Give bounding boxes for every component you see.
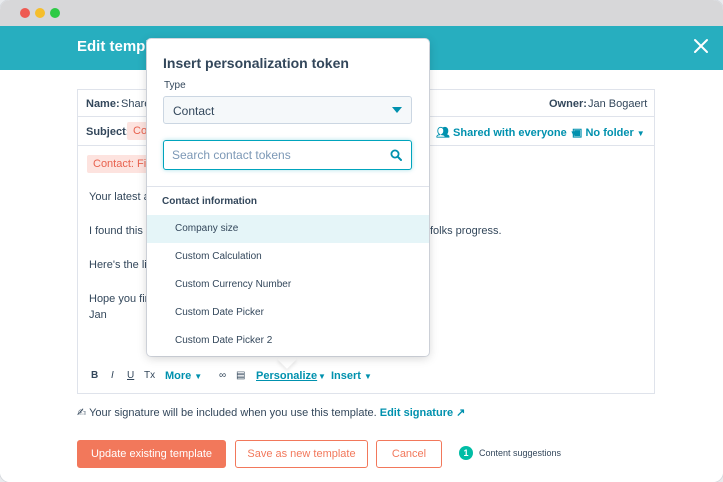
token-section-heading: Contact information xyxy=(162,196,257,207)
folder-dropdown[interactable]: ▣ No folder ▼ xyxy=(572,126,645,139)
search-icon[interactable] xyxy=(390,149,402,161)
bold-button[interactable]: B xyxy=(91,370,98,381)
personalize-button[interactable]: Personalize xyxy=(256,370,317,382)
body-line-2[interactable]: I found this ar xyxy=(89,225,156,237)
chevron-down-icon: ▼ xyxy=(636,129,645,138)
clear-format-button[interactable]: Tx xyxy=(144,370,155,381)
token-item-label: Custom Date Picker xyxy=(175,307,264,318)
window-titlebar xyxy=(0,0,723,26)
image-icon[interactable]: ▤ xyxy=(236,370,245,381)
type-select[interactable]: Contact xyxy=(163,96,412,124)
window-maximize-dot[interactable] xyxy=(50,8,60,18)
caret-down-icon xyxy=(392,107,402,113)
popover-title: Insert personalization token xyxy=(163,55,349,71)
name-label: Name: xyxy=(86,98,120,110)
body-line-1[interactable]: Your latest ar xyxy=(89,191,153,203)
editor-toolbar: B I U Tx More ▼ ∞ ▤ Personalize ▼ Insert ▼ xyxy=(89,370,649,386)
owner-label: Owner: xyxy=(549,98,587,110)
external-link-icon: ↗ xyxy=(456,407,466,419)
type-label: Type xyxy=(164,80,186,91)
sharing-dropdown[interactable]: 👥︎ Shared with everyone ▼ xyxy=(436,126,578,139)
name-value[interactable]: Share xyxy=(121,98,150,110)
token-item-label: Custom Calculation xyxy=(175,251,262,262)
personalize-chevron-icon[interactable]: ▼ xyxy=(315,370,326,382)
more-dropdown[interactable]: More ▼ xyxy=(165,370,202,382)
suggestions-count-badge[interactable]: 1 xyxy=(459,446,473,460)
type-select-value: Contact xyxy=(173,104,215,118)
window-minimize-dot[interactable] xyxy=(35,8,45,18)
insert-label: Insert xyxy=(331,370,361,382)
body-line-2-end[interactable]: folks progress. xyxy=(430,225,502,237)
token-item-label: Company size xyxy=(175,223,239,234)
cancel-button[interactable]: Cancel xyxy=(376,440,442,468)
edit-signature-link[interactable]: Edit signature xyxy=(380,407,453,419)
signature-text: Your signature will be included when you… xyxy=(89,407,377,419)
signature-note: ✍︎ Your signature will be included when … xyxy=(77,406,465,419)
body-line-3[interactable]: Here's the lin xyxy=(89,259,153,271)
owner-value: Jan Bogaert xyxy=(588,98,648,110)
signature-icon: ✍︎ xyxy=(77,407,87,419)
token-item-company-size[interactable]: Company size xyxy=(147,215,429,243)
token-search-field[interactable] xyxy=(163,140,412,170)
token-search-input[interactable] xyxy=(172,147,377,163)
chevron-down-icon: ▼ xyxy=(194,372,203,381)
folder-label: No folder xyxy=(585,127,634,139)
link-icon[interactable]: ∞ xyxy=(219,370,226,381)
folder-icon: ▣ xyxy=(572,127,583,139)
token-item-custom-currency-number[interactable]: Custom Currency Number xyxy=(147,271,429,299)
italic-button[interactable]: I xyxy=(111,370,114,381)
underline-button[interactable]: U xyxy=(127,370,134,381)
sharing-label: Shared with everyone xyxy=(453,127,567,139)
token-item-custom-calculation[interactable]: Custom Calculation xyxy=(147,243,429,271)
token-item-label: Custom Date Picker 2 xyxy=(175,335,273,346)
close-icon[interactable] xyxy=(693,38,709,54)
token-item-custom-date-picker-2[interactable]: Custom Date Picker 2 xyxy=(147,327,429,355)
app-window: Edit template Name: Share Owner: Jan Bog… xyxy=(0,0,723,482)
token-item-label: Custom Currency Number xyxy=(175,279,292,290)
subject-label: Subject: xyxy=(86,126,130,138)
chevron-down-icon: ▼ xyxy=(363,372,372,381)
content-suggestions-link[interactable]: Content suggestions xyxy=(479,448,561,458)
popover-divider xyxy=(147,186,429,187)
insert-dropdown[interactable]: Insert ▼ xyxy=(331,370,372,382)
window-close-dot[interactable] xyxy=(20,8,30,18)
more-label: More xyxy=(165,370,192,382)
body-line-5[interactable]: Jan xyxy=(89,309,107,321)
personalization-token-popover: Insert personalization token Type Contac… xyxy=(147,39,429,356)
share-icon: 👥︎ xyxy=(436,127,450,139)
save-new-template-button[interactable]: Save as new template xyxy=(235,440,368,468)
token-item-custom-date-picker[interactable]: Custom Date Picker xyxy=(147,299,429,327)
update-template-button[interactable]: Update existing template xyxy=(77,440,226,468)
